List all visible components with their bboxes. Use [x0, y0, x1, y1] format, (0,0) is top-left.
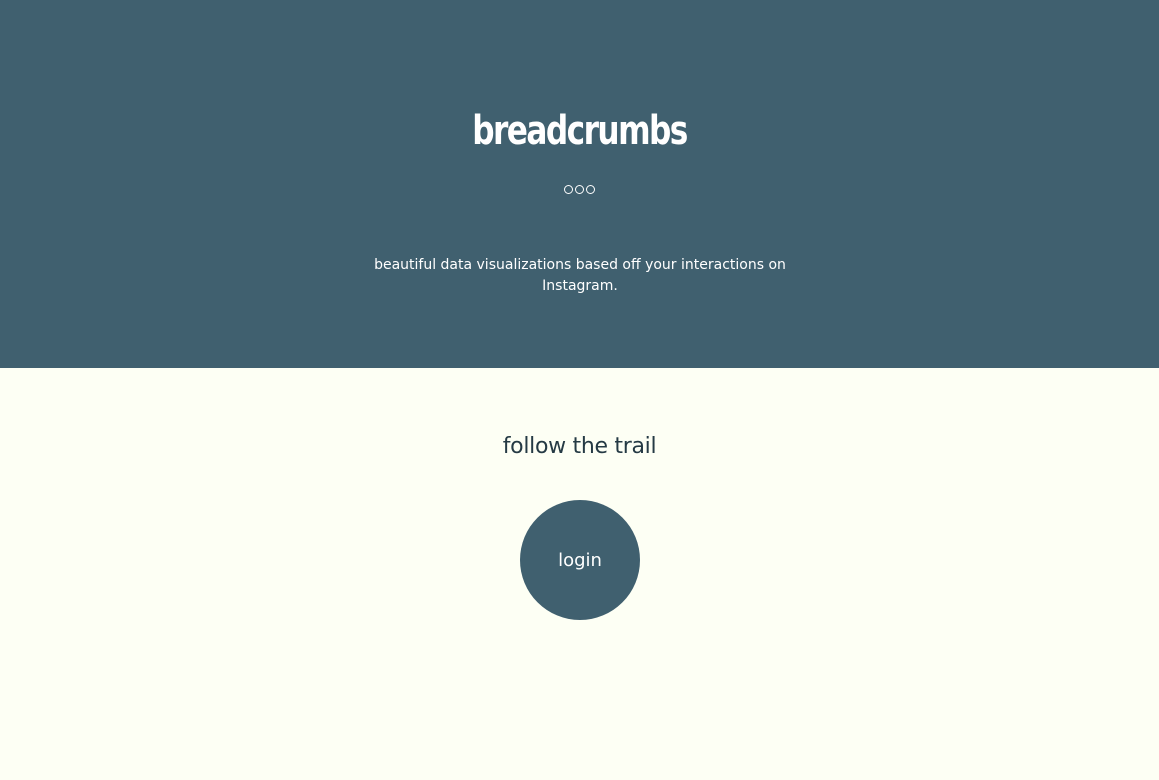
three-circles-icon [0, 185, 1159, 194]
hero-banner: breadcrumbs beautiful data visualization… [0, 0, 1159, 368]
circle-icon [564, 185, 573, 194]
cta-heading: follow the trail [502, 434, 657, 459]
site-logo: breadcrumbs [472, 108, 688, 154]
tagline: beautiful data visualizations based off … [374, 257, 786, 294]
circle-icon [575, 185, 584, 194]
login-button[interactable]: login [520, 500, 640, 620]
circle-icon [586, 185, 595, 194]
